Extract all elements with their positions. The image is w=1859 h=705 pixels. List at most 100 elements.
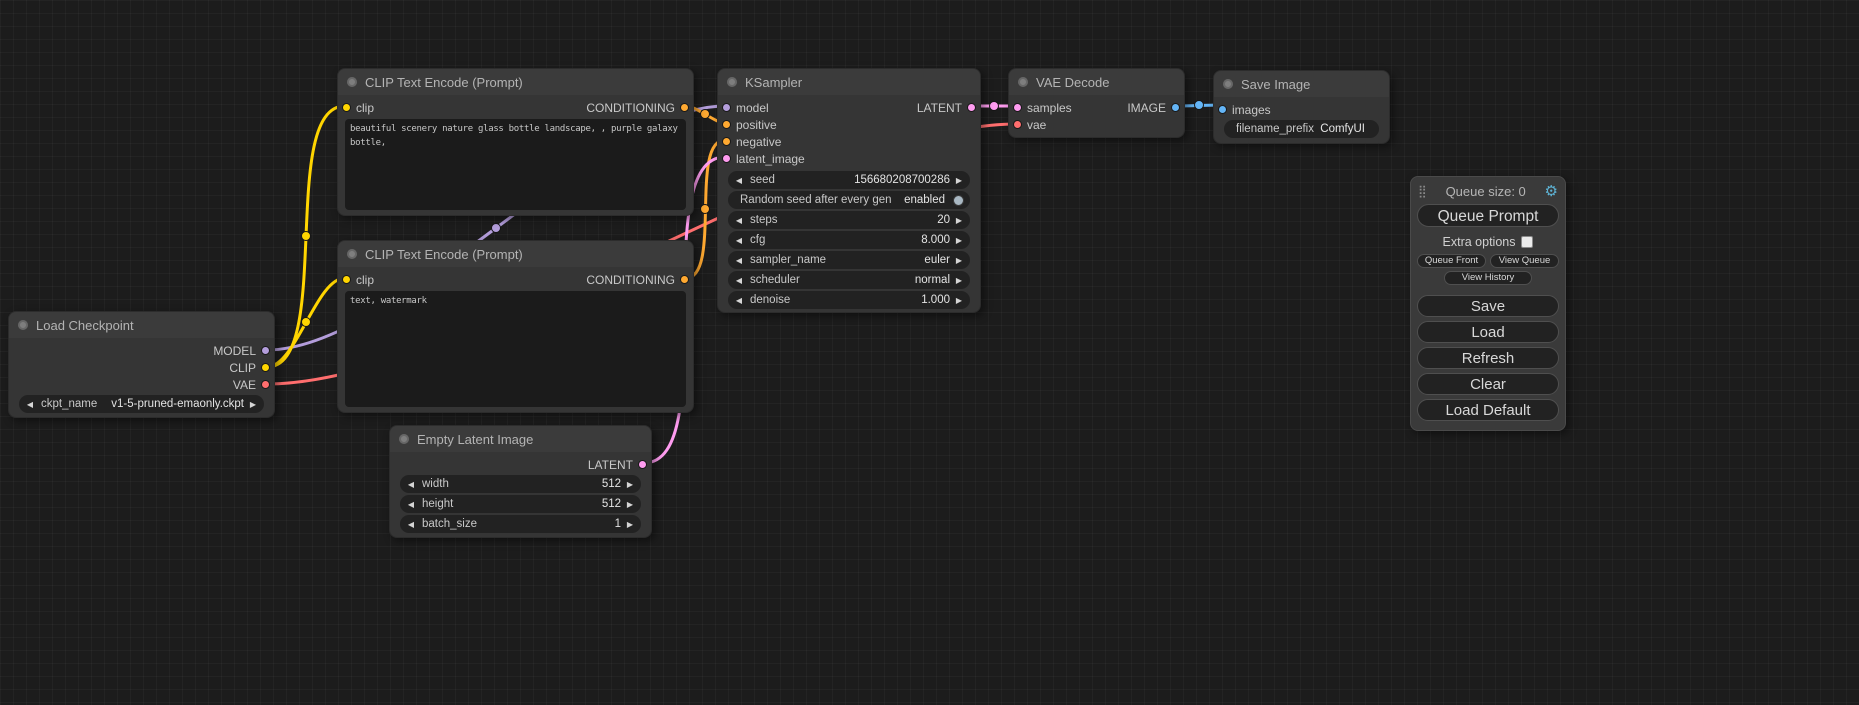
node-titlebar[interactable]: KSampler <box>718 69 980 95</box>
node-clip-text-encode-negative[interactable]: CLIP Text Encode (Prompt) clip CONDITION… <box>337 240 694 413</box>
increment-arrow-icon[interactable]: ▶ <box>954 276 964 285</box>
decrement-arrow-icon[interactable]: ◀ <box>406 480 416 489</box>
queue-prompt-button[interactable]: Queue Prompt <box>1417 204 1559 227</box>
refresh-button[interactable]: Refresh <box>1417 347 1559 369</box>
output-slot-conditioning[interactable] <box>680 275 689 284</box>
link-midpoint-dot <box>990 102 999 111</box>
filename-prefix-widget[interactable]: filename_prefix ComfyUI <box>1224 120 1379 138</box>
drag-handle-icon[interactable]: ⣿ <box>1418 184 1427 198</box>
input-slot-clip[interactable] <box>342 103 351 112</box>
decrement-arrow-icon[interactable]: ◀ <box>734 236 744 245</box>
queue-size-label: Queue size: 0 <box>1446 184 1526 199</box>
steps-widget[interactable]: ◀ steps 20 ▶ <box>728 211 970 229</box>
node-title: KSampler <box>745 75 802 90</box>
decrement-arrow-icon[interactable]: ◀ <box>734 296 744 305</box>
toggle-knob-icon[interactable] <box>953 195 964 206</box>
widget-value: euler <box>924 254 950 266</box>
output-slot-conditioning[interactable] <box>680 103 689 112</box>
link-midpoint-dot <box>302 232 311 241</box>
extra-options-checkbox[interactable] <box>1521 236 1533 248</box>
output-slot-latent[interactable] <box>638 460 647 469</box>
input-label-positive: positive <box>736 118 777 132</box>
output-slot-latent[interactable] <box>967 103 976 112</box>
input-slot-positive[interactable] <box>722 120 731 129</box>
input-slot-samples[interactable] <box>1013 103 1022 112</box>
widget-value: normal <box>915 274 950 286</box>
widget-value: 8.000 <box>921 234 950 246</box>
collapse-dot-icon[interactable] <box>347 249 357 259</box>
gear-icon[interactable]: ⚙ <box>1545 182 1558 200</box>
load-button[interactable]: Load <box>1417 321 1559 343</box>
increment-arrow-icon[interactable]: ▶ <box>625 520 635 529</box>
node-titlebar[interactable]: CLIP Text Encode (Prompt) <box>338 241 693 267</box>
cfg-widget[interactable]: ◀ cfg 8.000 ▶ <box>728 231 970 249</box>
increment-arrow-icon[interactable]: ▶ <box>625 500 635 509</box>
output-slot-image[interactable] <box>1171 103 1180 112</box>
node-ksampler[interactable]: KSampler model LATENT positive <box>717 68 981 313</box>
batch-size-widget[interactable]: ◀ batch_size 1 ▶ <box>400 515 641 533</box>
random-seed-toggle[interactable]: Random seed after every gen enabled <box>728 191 970 209</box>
increment-arrow-icon[interactable]: ▶ <box>954 236 964 245</box>
increment-arrow-icon[interactable]: ▶ <box>954 216 964 225</box>
height-widget[interactable]: ◀ height 512 ▶ <box>400 495 641 513</box>
output-label-latent: LATENT <box>917 101 962 115</box>
decrement-arrow-icon[interactable]: ◀ <box>406 520 416 529</box>
node-empty-latent-image[interactable]: Empty Latent Image LATENT ◀ width 512 ▶ … <box>389 425 652 538</box>
seed-widget[interactable]: ◀ seed 156680208700286 ▶ <box>728 171 970 189</box>
input-slot-clip[interactable] <box>342 275 351 284</box>
node-titlebar[interactable]: Load Checkpoint <box>9 312 274 338</box>
decrement-arrow-icon[interactable]: ◀ <box>734 176 744 185</box>
view-history-button[interactable]: View History <box>1444 271 1532 285</box>
increment-arrow-icon[interactable]: ▶ <box>625 480 635 489</box>
input-slot-images[interactable] <box>1218 105 1227 114</box>
increment-arrow-icon[interactable]: ▶ <box>954 296 964 305</box>
node-save-image[interactable]: Save Image images filename_prefix ComfyU… <box>1213 70 1390 144</box>
collapse-dot-icon[interactable] <box>347 77 357 87</box>
increment-arrow-icon[interactable]: ▶ <box>954 256 964 265</box>
input-slot-latent-image[interactable] <box>722 154 731 163</box>
input-label-clip: clip <box>356 101 374 115</box>
node-titlebar[interactable]: Save Image <box>1214 71 1389 97</box>
output-slot-clip[interactable] <box>261 363 270 372</box>
node-titlebar[interactable]: VAE Decode <box>1009 69 1184 95</box>
scheduler-widget[interactable]: ◀ scheduler normal ▶ <box>728 271 970 289</box>
decrement-arrow-icon[interactable]: ◀ <box>734 216 744 225</box>
input-slot-model[interactable] <box>722 103 731 112</box>
collapse-dot-icon[interactable] <box>1018 77 1028 87</box>
clear-button[interactable]: Clear <box>1417 373 1559 395</box>
node-title: Empty Latent Image <box>417 432 533 447</box>
load-default-button[interactable]: Load Default <box>1417 399 1559 421</box>
sampler-name-widget[interactable]: ◀ sampler_name euler ▶ <box>728 251 970 269</box>
collapse-dot-icon[interactable] <box>18 320 28 330</box>
decrement-arrow-icon[interactable]: ◀ <box>734 256 744 265</box>
node-vae-decode[interactable]: VAE Decode samples IMAGE vae <box>1008 68 1185 138</box>
widget-value: ComfyUI <box>1320 123 1373 135</box>
node-clip-text-encode-positive[interactable]: CLIP Text Encode (Prompt) clip CONDITION… <box>337 68 694 216</box>
decrement-arrow-icon[interactable]: ◀ <box>25 400 35 409</box>
input-slot-vae[interactable] <box>1013 120 1022 129</box>
collapse-dot-icon[interactable] <box>1223 79 1233 89</box>
decrement-arrow-icon[interactable]: ◀ <box>406 500 416 509</box>
collapse-dot-icon[interactable] <box>727 77 737 87</box>
node-titlebar[interactable]: CLIP Text Encode (Prompt) <box>338 69 693 95</box>
node-graph-canvas[interactable]: Load Checkpoint MODEL CLIP VAE <box>0 0 1859 705</box>
ckpt-name-widget[interactable]: ◀ ckpt_name v1-5-pruned-emaonly.ckpt ▶ <box>19 395 264 413</box>
node-load-checkpoint[interactable]: Load Checkpoint MODEL CLIP VAE <box>8 311 275 418</box>
link-midpoint-dot <box>1195 101 1204 110</box>
save-button[interactable]: Save <box>1417 295 1559 317</box>
collapse-dot-icon[interactable] <box>399 434 409 444</box>
width-widget[interactable]: ◀ width 512 ▶ <box>400 475 641 493</box>
positive-prompt-textarea[interactable]: beautiful scenery nature glass bottle la… <box>345 119 686 210</box>
link-midpoint-dot <box>701 205 710 214</box>
output-slot-vae[interactable] <box>261 380 270 389</box>
negative-prompt-textarea[interactable]: text, watermark <box>345 291 686 407</box>
input-slot-negative[interactable] <box>722 137 731 146</box>
denoise-widget[interactable]: ◀ denoise 1.000 ▶ <box>728 291 970 309</box>
view-queue-button[interactable]: View Queue <box>1490 254 1559 268</box>
output-slot-model[interactable] <box>261 346 270 355</box>
increment-arrow-icon[interactable]: ▶ <box>954 176 964 185</box>
increment-arrow-icon[interactable]: ▶ <box>248 400 258 409</box>
decrement-arrow-icon[interactable]: ◀ <box>734 276 744 285</box>
node-titlebar[interactable]: Empty Latent Image <box>390 426 651 452</box>
queue-front-button[interactable]: Queue Front <box>1417 254 1486 268</box>
